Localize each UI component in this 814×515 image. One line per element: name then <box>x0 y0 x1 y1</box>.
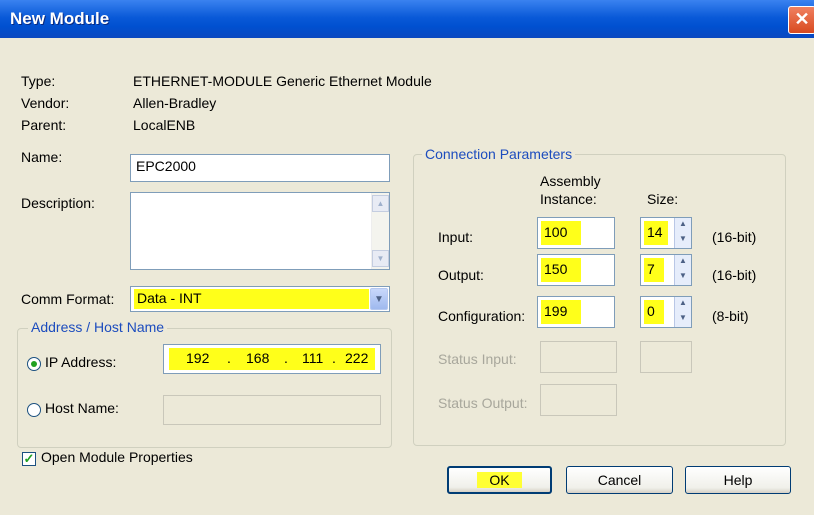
output-size-stepper[interactable]: ▲ ▼ <box>674 255 691 285</box>
address-group-title: Address / Host Name <box>28 319 168 335</box>
output-size-spinner[interactable]: 7 ▲ ▼ <box>640 254 692 286</box>
output-instance-field[interactable]: 150 <box>537 254 615 286</box>
input-size-spinner[interactable]: 14 ▲ ▼ <box>640 217 692 249</box>
ip-address-field[interactable]: 192 . 168 . 111 . 222 <box>163 344 381 374</box>
type-value: ETHERNET-MODULE Generic Ethernet Module <box>133 73 432 89</box>
ip-octet-3: 111 <box>302 350 324 366</box>
assembly-header-line2: Instance: <box>540 191 597 207</box>
help-label: Help <box>723 472 753 488</box>
ip-octet-2: 168 <box>246 350 270 366</box>
type-label: Type: <box>21 73 56 89</box>
title-bar: New Module ✕ <box>0 0 814 38</box>
ip-octet-1: 192 <box>186 350 210 366</box>
spin-down-icon[interactable]: ▼ <box>675 270 691 285</box>
ip-separator-3: . <box>332 350 336 366</box>
connection-group-title: Connection Parameters <box>422 146 576 162</box>
cancel-button[interactable]: Cancel <box>566 466 673 494</box>
dialog-body: Type: ETHERNET-MODULE Generic Ethernet M… <box>0 38 814 515</box>
help-button[interactable]: Help <box>685 466 791 494</box>
status-input-field[interactable] <box>540 341 617 373</box>
status-input-label: Status Input: <box>438 351 517 367</box>
close-icon: ✕ <box>794 9 810 29</box>
spin-up-icon[interactable]: ▲ <box>675 297 691 312</box>
output-unit: (16-bit) <box>712 267 757 283</box>
configuration-size-value: 0 <box>647 303 655 319</box>
configuration-instance-field[interactable]: 199 <box>537 296 615 328</box>
cancel-label: Cancel <box>597 472 642 488</box>
comm-format-label: Comm Format: <box>21 291 115 307</box>
ip-address-radio[interactable] <box>27 357 41 371</box>
host-name-label: Host Name: <box>45 400 119 416</box>
ok-button[interactable]: OK <box>447 466 552 494</box>
comm-format-value: Data - INT <box>137 290 202 306</box>
close-button[interactable]: ✕ <box>788 6 814 34</box>
ip-octet-4: 222 <box>345 350 369 366</box>
output-label: Output: <box>438 267 484 283</box>
comm-format-select[interactable]: Data - INT ▼ <box>130 286 390 312</box>
ip-separator-1: . <box>227 350 231 366</box>
vendor-label: Vendor: <box>21 95 70 111</box>
input-instance-value: 100 <box>544 224 568 240</box>
chevron-down-icon[interactable]: ▼ <box>370 288 388 310</box>
host-name-field[interactable] <box>163 395 381 425</box>
assembly-header-line1: Assembly <box>540 173 601 189</box>
input-instance-field[interactable]: 100 <box>537 217 615 249</box>
input-unit: (16-bit) <box>712 229 757 245</box>
open-properties-label: Open Module Properties <box>41 449 193 465</box>
spin-up-icon[interactable]: ▲ <box>675 255 691 270</box>
name-field[interactable]: EPC2000 <box>130 154 390 182</box>
window-title: New Module <box>10 9 110 28</box>
scroll-up-icon[interactable]: ▲ <box>372 195 389 212</box>
parent-label: Parent: <box>21 117 67 133</box>
description-scrollbar[interactable]: ▲ ▼ <box>371 193 389 269</box>
name-label: Name: <box>21 149 63 165</box>
spin-down-icon[interactable]: ▼ <box>675 233 691 248</box>
ip-separator-2: . <box>284 350 288 366</box>
output-instance-value: 150 <box>544 261 568 277</box>
configuration-size-spinner[interactable]: 0 ▲ ▼ <box>640 296 692 328</box>
vendor-value: Allen-Bradley <box>133 95 217 111</box>
ok-label: OK <box>477 472 522 488</box>
output-size-value: 7 <box>647 261 655 277</box>
input-size-value: 14 <box>647 224 663 240</box>
input-label: Input: <box>438 229 474 245</box>
description-label: Description: <box>21 195 95 211</box>
scroll-down-icon[interactable]: ▼ <box>372 250 389 267</box>
configuration-unit: (8-bit) <box>712 308 749 324</box>
host-name-radio[interactable] <box>27 403 41 417</box>
status-input-size-field[interactable] <box>640 341 692 373</box>
configuration-instance-value: 199 <box>544 303 568 319</box>
configuration-label: Configuration: <box>438 308 526 324</box>
name-value: EPC2000 <box>136 158 196 174</box>
status-output-field[interactable] <box>540 384 617 416</box>
configuration-size-stepper[interactable]: ▲ ▼ <box>674 297 691 327</box>
description-field[interactable]: ▲ ▼ <box>130 192 390 270</box>
ip-address-label: IP Address: <box>45 354 117 370</box>
input-size-stepper[interactable]: ▲ ▼ <box>674 218 691 248</box>
parent-value: LocalENB <box>133 117 196 133</box>
spin-up-icon[interactable]: ▲ <box>675 218 691 233</box>
size-header: Size: <box>647 191 679 207</box>
status-output-label: Status Output: <box>438 395 528 411</box>
spin-down-icon[interactable]: ▼ <box>675 312 691 327</box>
open-properties-checkbox[interactable]: ✓ <box>22 452 36 466</box>
